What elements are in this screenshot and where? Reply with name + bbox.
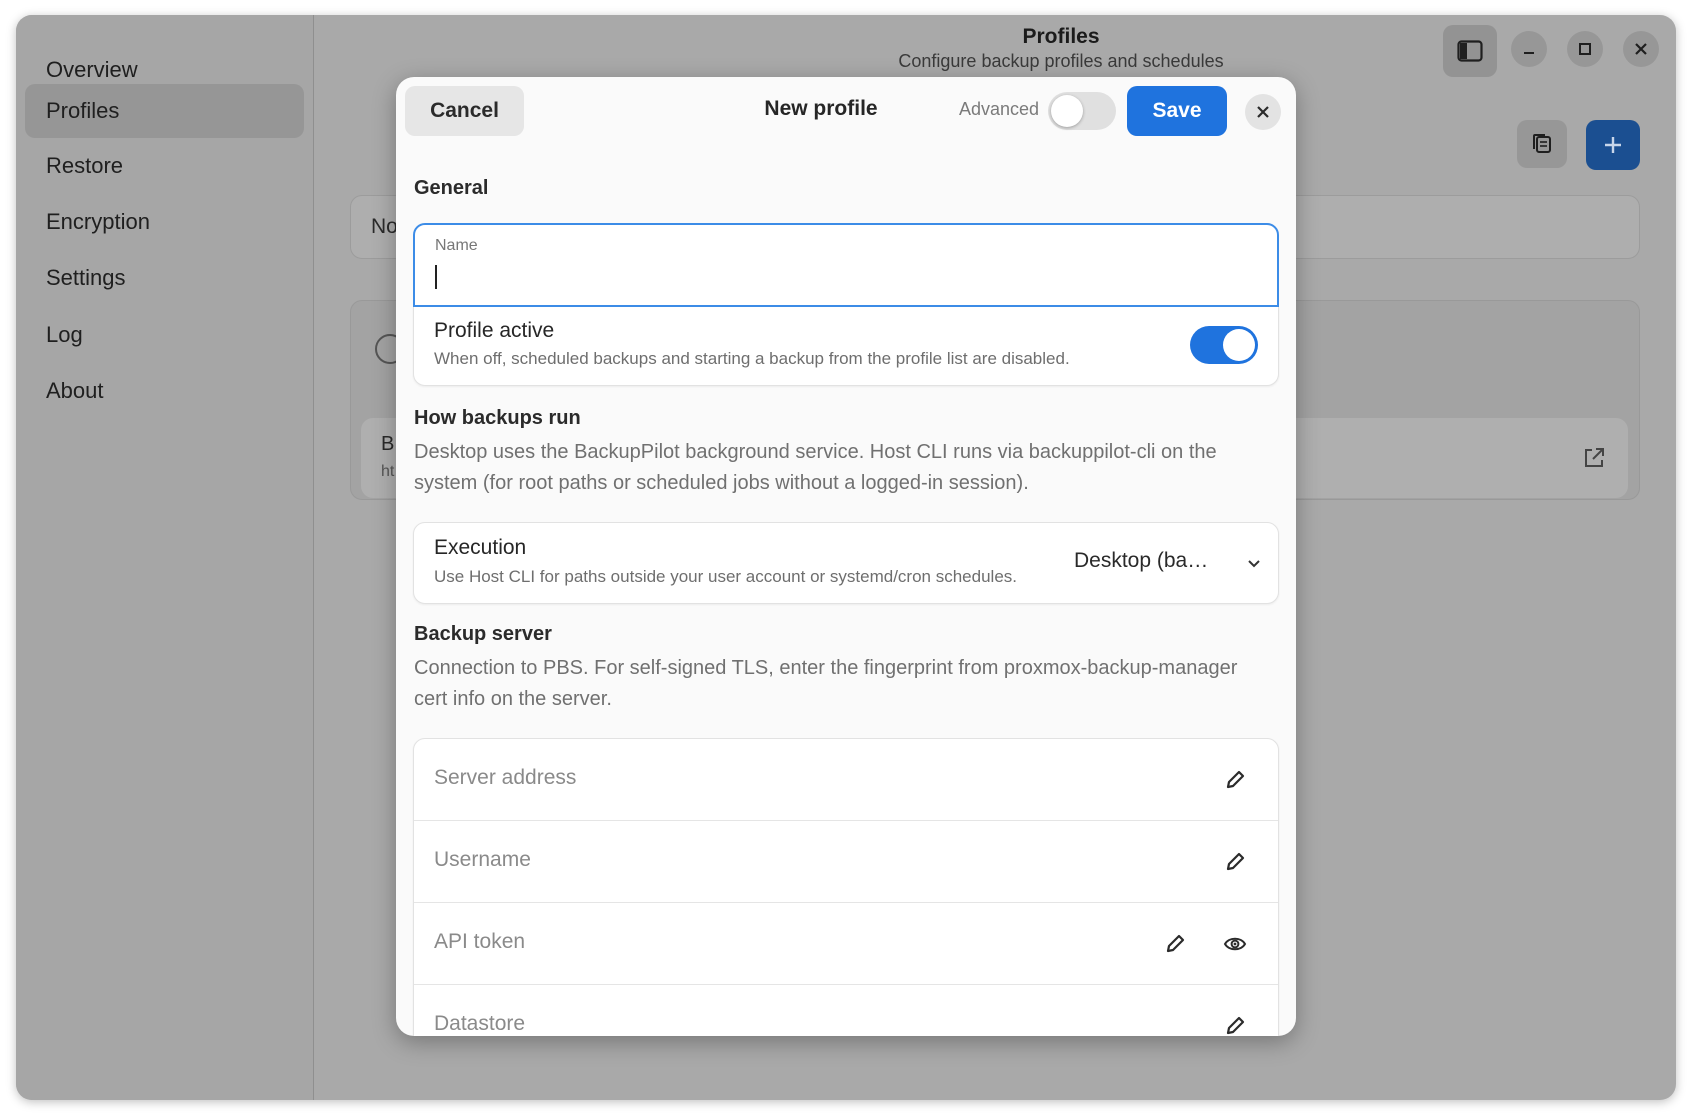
edit-server-address-button[interactable]: [1218, 763, 1252, 797]
advanced-toggle[interactable]: [1048, 92, 1116, 130]
sidebar-item-about[interactable]: About: [25, 364, 304, 418]
background-row-title: B: [381, 433, 395, 455]
sidebar-item-profiles[interactable]: Profiles: [25, 84, 304, 138]
eye-icon: [1223, 937, 1247, 951]
section-title-backup-server: Backup server: [414, 623, 552, 645]
username-placeholder: Username: [434, 848, 531, 871]
profile-active-row: Profile active When off, scheduled backu…: [413, 307, 1279, 386]
sidebar-item-label: Log: [46, 322, 83, 347]
page-subtitle: Configure backup profiles and schedules: [898, 51, 1224, 71]
backup-server-fields: Server address Username API token Datast…: [413, 738, 1279, 1036]
pencil-icon: [1166, 934, 1185, 953]
sidebar-item-label: Settings: [46, 265, 126, 290]
text-caret: [435, 265, 437, 289]
sidebar-toggle-button[interactable]: [1443, 25, 1497, 77]
chevron-down-icon: [1248, 560, 1260, 568]
name-field[interactable]: Name: [413, 223, 1279, 307]
section-title-how-backups-run: How backups run: [414, 407, 581, 429]
dialog-title: New profile: [764, 97, 878, 120]
sidebar: Overview Profiles Restore Encryption Set…: [16, 15, 314, 1100]
backup-server-description: Connection to PBS. For self-signed TLS, …: [414, 657, 1238, 710]
plus-icon: [1605, 137, 1621, 153]
toggle-knob: [1223, 329, 1255, 361]
sidebar-item-label: Overview: [46, 57, 138, 82]
edit-username-button[interactable]: [1218, 845, 1252, 879]
name-field-label: Name: [435, 237, 478, 254]
server-address-placeholder: Server address: [434, 766, 577, 789]
execution-title: Execution: [434, 536, 527, 559]
window-close-button[interactable]: [1623, 31, 1659, 67]
sidebar-item-label: Encryption: [46, 209, 150, 234]
api-token-field[interactable]: API token: [414, 903, 1278, 985]
maximize-button[interactable]: [1567, 31, 1603, 67]
minimize-icon: [1524, 52, 1534, 54]
maximize-icon: [1579, 43, 1591, 55]
toggle-knob: [1051, 95, 1083, 127]
close-icon: [1257, 106, 1269, 118]
pencil-icon: [1226, 770, 1245, 789]
sidebar-item-label: About: [46, 378, 104, 403]
sidebar-item-label: Profiles: [46, 98, 120, 123]
new-profile-dialog: Cancel New profile Advanced Save General…: [396, 77, 1296, 1036]
sidebar-item-label: Restore: [46, 153, 124, 178]
api-token-placeholder: API token: [434, 930, 526, 953]
copy-icon: [1533, 134, 1551, 153]
execution-row[interactable]: Execution Use Host CLI for paths outside…: [413, 522, 1279, 604]
reveal-api-token-button[interactable]: [1218, 927, 1252, 961]
profile-active-toggle[interactable]: [1190, 326, 1258, 364]
datastore-placeholder: Datastore: [434, 1012, 526, 1035]
edit-api-token-button[interactable]: [1158, 927, 1192, 961]
datastore-field[interactable]: Datastore: [414, 985, 1278, 1036]
sidebar-item-log[interactable]: Log: [25, 308, 304, 362]
background-banner-text: No: [371, 215, 398, 238]
page-title: Profiles: [1022, 25, 1100, 48]
sidebar-item-restore[interactable]: Restore: [25, 139, 304, 193]
profile-active-title: Profile active: [434, 319, 555, 342]
advanced-label: Advanced: [959, 99, 1040, 119]
execution-dropdown-value[interactable]: Desktop (ba…: [1074, 549, 1208, 573]
cancel-button[interactable]: Cancel: [405, 86, 524, 136]
sidebar-item-encryption[interactable]: Encryption: [25, 195, 304, 249]
pencil-icon: [1226, 852, 1245, 871]
edit-datastore-button[interactable]: [1218, 1009, 1252, 1036]
section-title-general: General: [414, 177, 489, 199]
save-button[interactable]: Save: [1127, 86, 1227, 136]
how-backups-run-description: Desktop uses the BackupPilot background …: [414, 441, 1217, 494]
sidebar-icon: [1457, 40, 1483, 62]
background-row-subtitle: ht: [381, 463, 395, 480]
dialog-close-button[interactable]: [1245, 94, 1281, 130]
close-icon: [1635, 43, 1647, 55]
sidebar-item-settings[interactable]: Settings: [25, 251, 304, 305]
server-address-field[interactable]: Server address: [414, 739, 1278, 821]
profile-active-subtitle: When off, scheduled backups and starting…: [434, 349, 1070, 368]
import-button[interactable]: [1517, 120, 1567, 168]
minimize-button[interactable]: [1511, 31, 1547, 67]
execution-subtitle: Use Host CLI for paths outside your user…: [434, 567, 1017, 586]
external-link-icon: [1585, 448, 1604, 467]
pencil-icon: [1226, 1016, 1245, 1035]
username-field[interactable]: Username: [414, 821, 1278, 903]
add-profile-button[interactable]: [1586, 120, 1640, 170]
